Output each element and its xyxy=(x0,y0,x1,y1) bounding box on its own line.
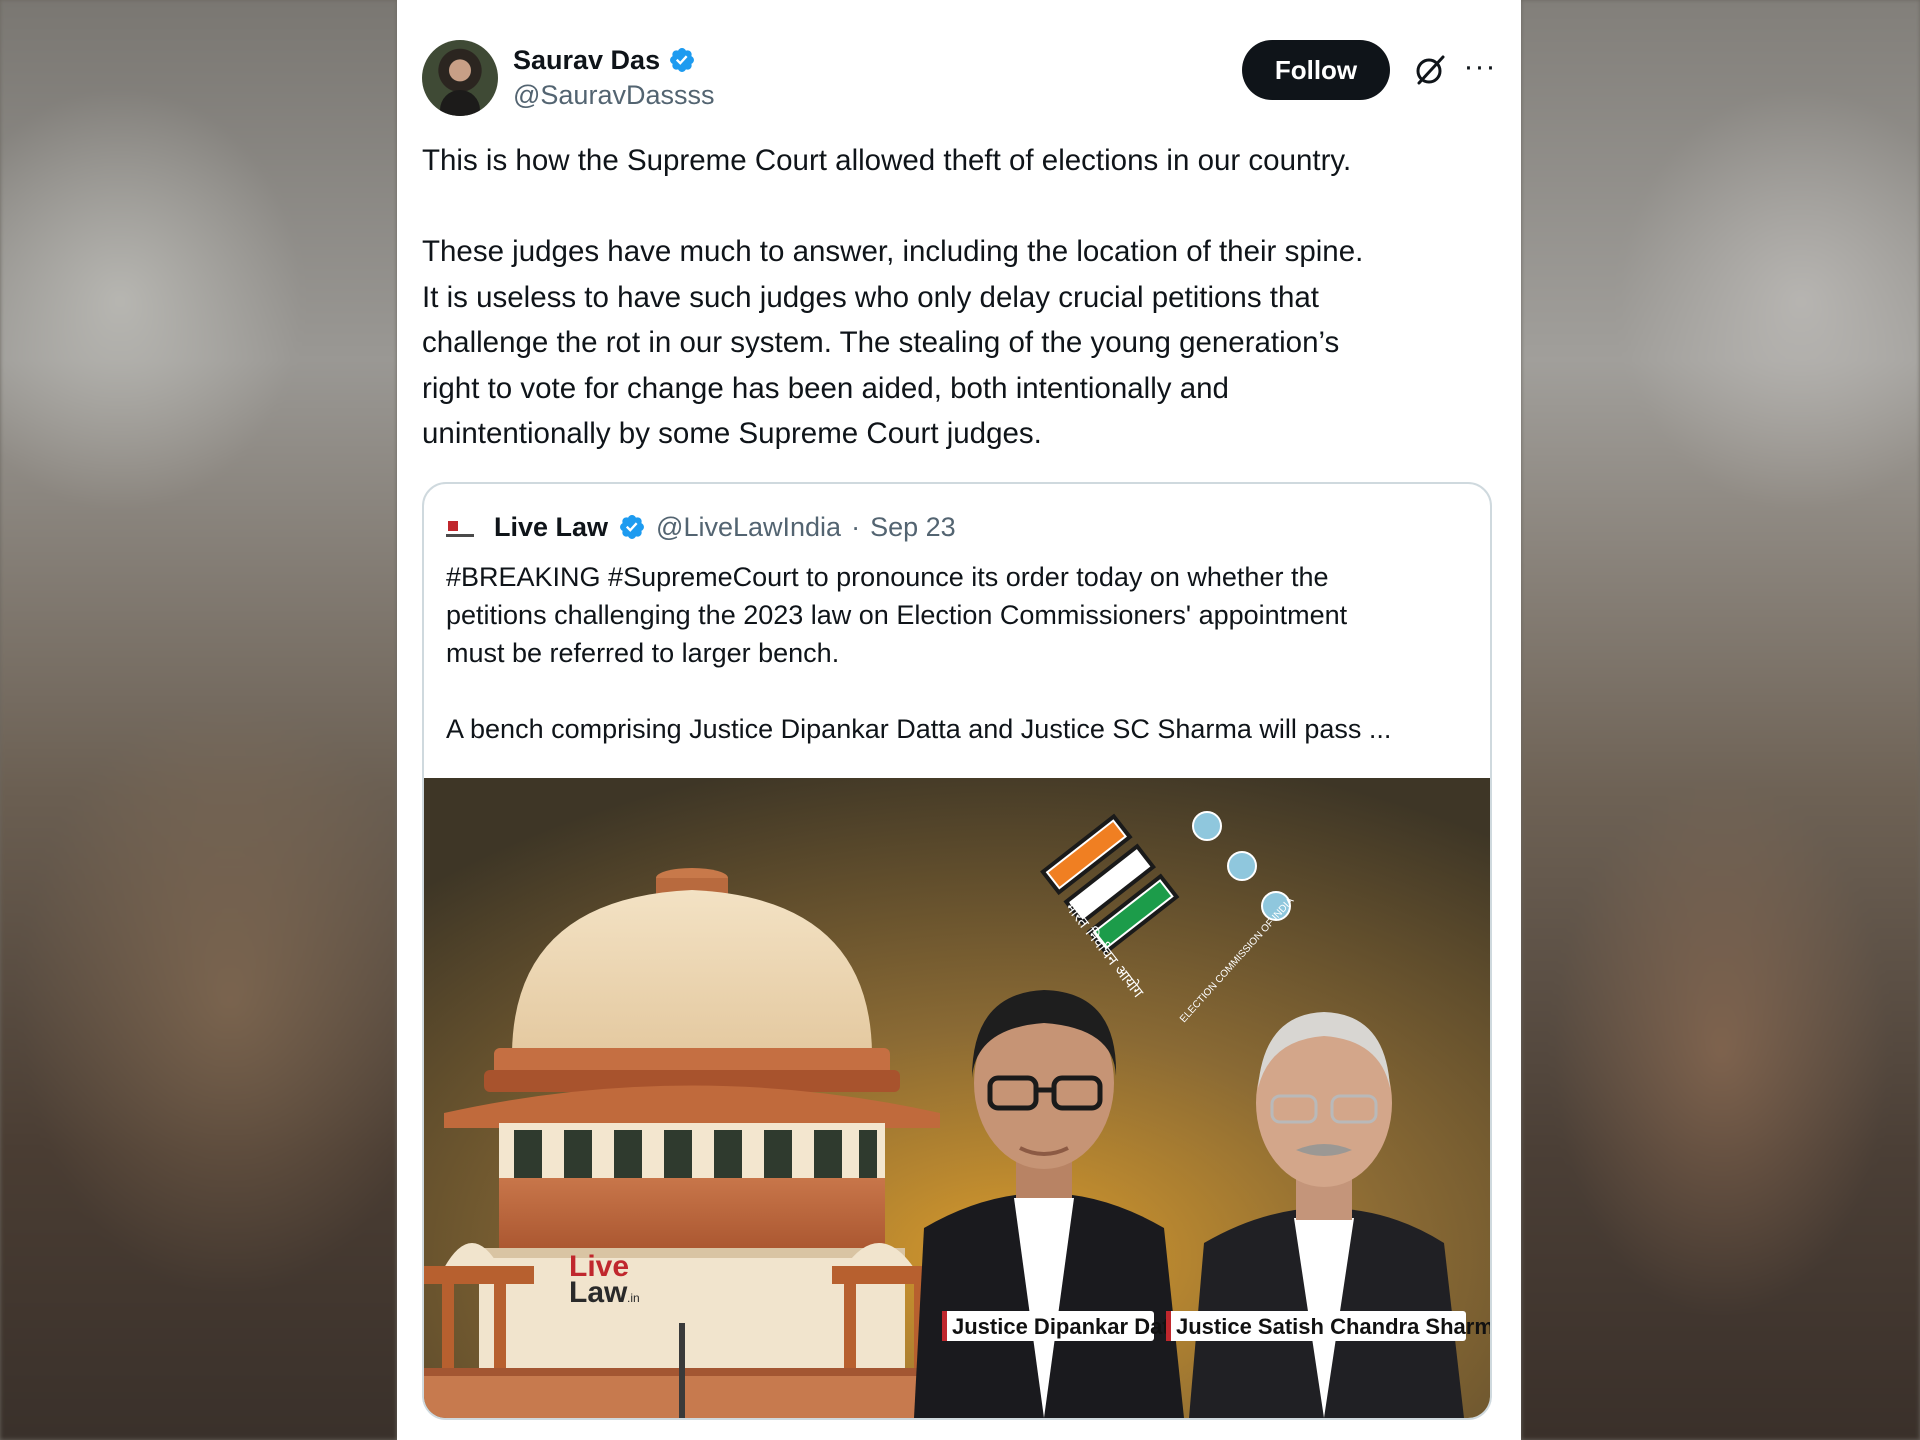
quoted-author-handle[interactable]: @LiveLawIndia xyxy=(656,512,841,543)
quoted-line: #BREAKING #SupremeCourt to pronounce its… xyxy=(446,562,1329,592)
verified-badge-icon xyxy=(670,48,695,72)
blurred-background-left xyxy=(0,0,397,1440)
quoted-paragraph-2: A bench comprising Justice Dipankar Datt… xyxy=(446,714,1392,744)
tweet-line: right to vote for change has been aided,… xyxy=(422,371,1229,405)
tweet-line: challenge the rot in our system. The ste… xyxy=(422,326,1340,359)
quoted-tweet-image[interactable]: Live Law .in भारत निर्वाचन आयोग ELECTION… xyxy=(424,778,1490,1418)
author-handle[interactable]: @SauravDassss xyxy=(513,80,714,111)
tweet-line: unintentionally by some Supreme Court ju… xyxy=(422,417,1042,450)
author-name-row: Saurav Das xyxy=(513,42,696,78)
tweet-line: It is useless to have such judges who on… xyxy=(422,280,1319,314)
tweet-header: Saurav Das @SauravDassss Follow ··· xyxy=(422,38,1497,118)
quoted-line: must be referred to larger bench. xyxy=(446,638,840,668)
quoted-tweet[interactable]: Live Law @LiveLawIndia · Sep 23 #BREAKIN… xyxy=(422,482,1492,1420)
livelaw-watermark-line2: Law xyxy=(569,1276,628,1309)
judge-1-caption-text: Justice Dipankar Datta xyxy=(952,1314,1190,1339)
livelaw-avatar[interactable] xyxy=(446,517,478,537)
tweet-paragraph-2: These judges have much to answer, includ… xyxy=(422,229,1497,457)
separator-dot: · xyxy=(851,511,861,542)
blurred-background-right xyxy=(1521,0,1920,1440)
verified-badge-icon xyxy=(620,515,645,539)
judge-2-caption-text: Justice Satish Chandra Sharma xyxy=(1176,1314,1490,1339)
livelaw-watermark-suffix: .in xyxy=(627,1291,640,1305)
quoted-paragraph-1: #BREAKING #SupremeCourt to pronounce its… xyxy=(446,558,1466,672)
quoted-line: petitions challenging the 2023 law on El… xyxy=(446,600,1348,630)
tweet-text: This is how the Supreme Court allowed th… xyxy=(422,138,1497,457)
author-name[interactable]: Saurav Das xyxy=(513,45,660,76)
follow-button[interactable]: Follow xyxy=(1242,40,1390,100)
caption-judge-2: Justice Satish Chandra Sharma xyxy=(1166,1311,1490,1341)
tweet-paragraph-1: This is how the Supreme Court allowed th… xyxy=(422,144,1352,177)
tweet-card: Saurav Das @SauravDassss Follow ··· This… xyxy=(397,0,1521,1440)
more-options-icon[interactable]: ··· xyxy=(1462,52,1498,88)
grok-icon[interactable] xyxy=(1412,52,1448,88)
quoted-author-name[interactable]: Live Law xyxy=(494,512,608,543)
quoted-tweet-text: #BREAKING #SupremeCourt to pronounce its… xyxy=(446,558,1466,748)
avatar[interactable] xyxy=(422,40,498,116)
supreme-court-illustration: Live Law .in भारत निर्वाचन आयोग ELECTION… xyxy=(424,778,1490,1418)
tweet-line: These judges have much to answer, includ… xyxy=(422,235,1364,268)
quoted-date[interactable]: Sep 23 xyxy=(870,512,956,543)
quoted-tweet-header: Live Law @LiveLawIndia · Sep 23 xyxy=(446,510,956,544)
caption-judge-1: Justice Dipankar Datta xyxy=(942,1311,1190,1341)
